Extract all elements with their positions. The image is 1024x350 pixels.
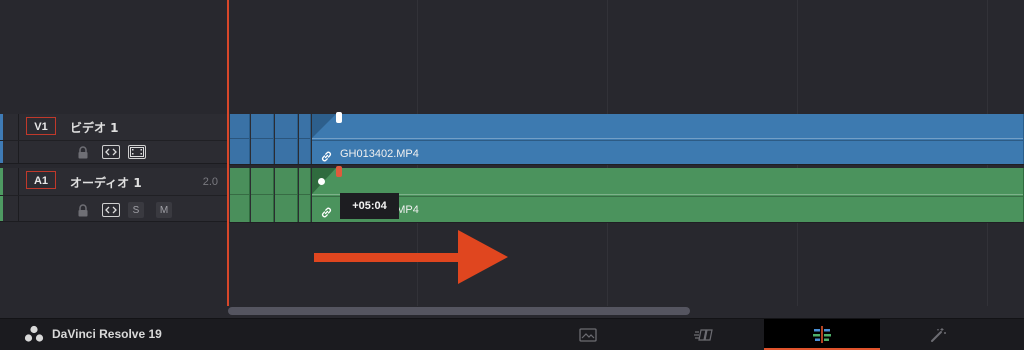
track-header-v1[interactable]: V1 ビデオ 1 [0,114,228,164]
track-name-v1[interactable]: ビデオ 1 [70,119,119,136]
video-clip[interactable] [251,114,274,164]
horizontal-scrollbar[interactable] [228,307,690,315]
divider [0,195,228,196]
fusion-page-tab[interactable] [880,319,996,350]
audio-clip[interactable] [299,168,311,222]
disable-video-track-icon[interactable] [128,145,146,159]
timeline-area[interactable]: GH013402.MP4 GH013402.MP4 +05:04 [227,0,1024,318]
media-icon [579,327,597,342]
cut-icon [694,328,713,341]
auto-track-select-icon[interactable] [102,145,120,159]
track-color-strip [0,114,3,164]
track-header-a1[interactable]: A1 オーディオ 1 2.0 S M [0,168,228,222]
audio-clip[interactable] [275,168,298,222]
link-icon [320,204,333,218]
audio-clip-gh013402[interactable]: GH013402.MP4 [312,166,1024,222]
app-name: DaVinci Resolve 19 [52,327,162,341]
track-header-column: V1 ビデオ 1 A1 オーディオ 1 2.0 S M [0,0,228,318]
edit-timeline-icon [813,325,831,343]
track-header-empty-area [0,0,228,114]
brand: DaVinci Resolve 19 [24,325,162,343]
audio-clip[interactable] [230,168,250,222]
divider [18,114,19,164]
auto-track-select-icon[interactable] [102,203,120,217]
track-id-a1[interactable]: A1 [26,171,56,189]
solo-button[interactable]: S [128,202,144,218]
track-name-a1[interactable]: オーディオ 1 [70,174,142,191]
link-icon [320,148,333,162]
davinci-logo-icon [24,325,44,342]
video-clip-gh013402[interactable]: GH013402.MP4 [312,112,1024,164]
video-clip[interactable] [299,114,311,164]
divider [0,221,228,222]
fade-in-handle[interactable] [312,168,338,194]
cut-page-tab[interactable] [646,319,762,350]
edit-page-tab[interactable] [764,319,880,350]
page-navigation-bar: DaVinci Resolve 19 [0,318,1024,350]
audio-clip[interactable] [251,168,274,222]
clip-name: GH013402.MP4 [340,148,419,160]
fade-handle-active[interactable] [336,166,342,177]
fade-handle[interactable] [336,112,342,123]
lock-icon[interactable] [76,203,90,217]
video-clip[interactable] [230,114,250,164]
video-clip[interactable] [275,114,298,164]
divider [0,163,228,164]
fade-in-handle[interactable] [312,114,338,138]
annotation-arrow [314,230,508,284]
divider [228,222,1024,223]
playhead[interactable] [227,0,229,306]
lock-icon[interactable] [76,145,90,159]
media-page-tab[interactable] [530,319,646,350]
track-channel-format: 2.0 [202,176,218,188]
track-id-v1[interactable]: V1 [26,117,56,135]
trim-offset-tooltip: +05:04 [340,193,399,219]
audio-level-keyframe[interactable] [318,178,325,185]
divider [0,140,228,141]
fusion-wand-icon [931,327,946,342]
divider [228,164,1024,165]
mute-button[interactable]: M [156,202,172,218]
